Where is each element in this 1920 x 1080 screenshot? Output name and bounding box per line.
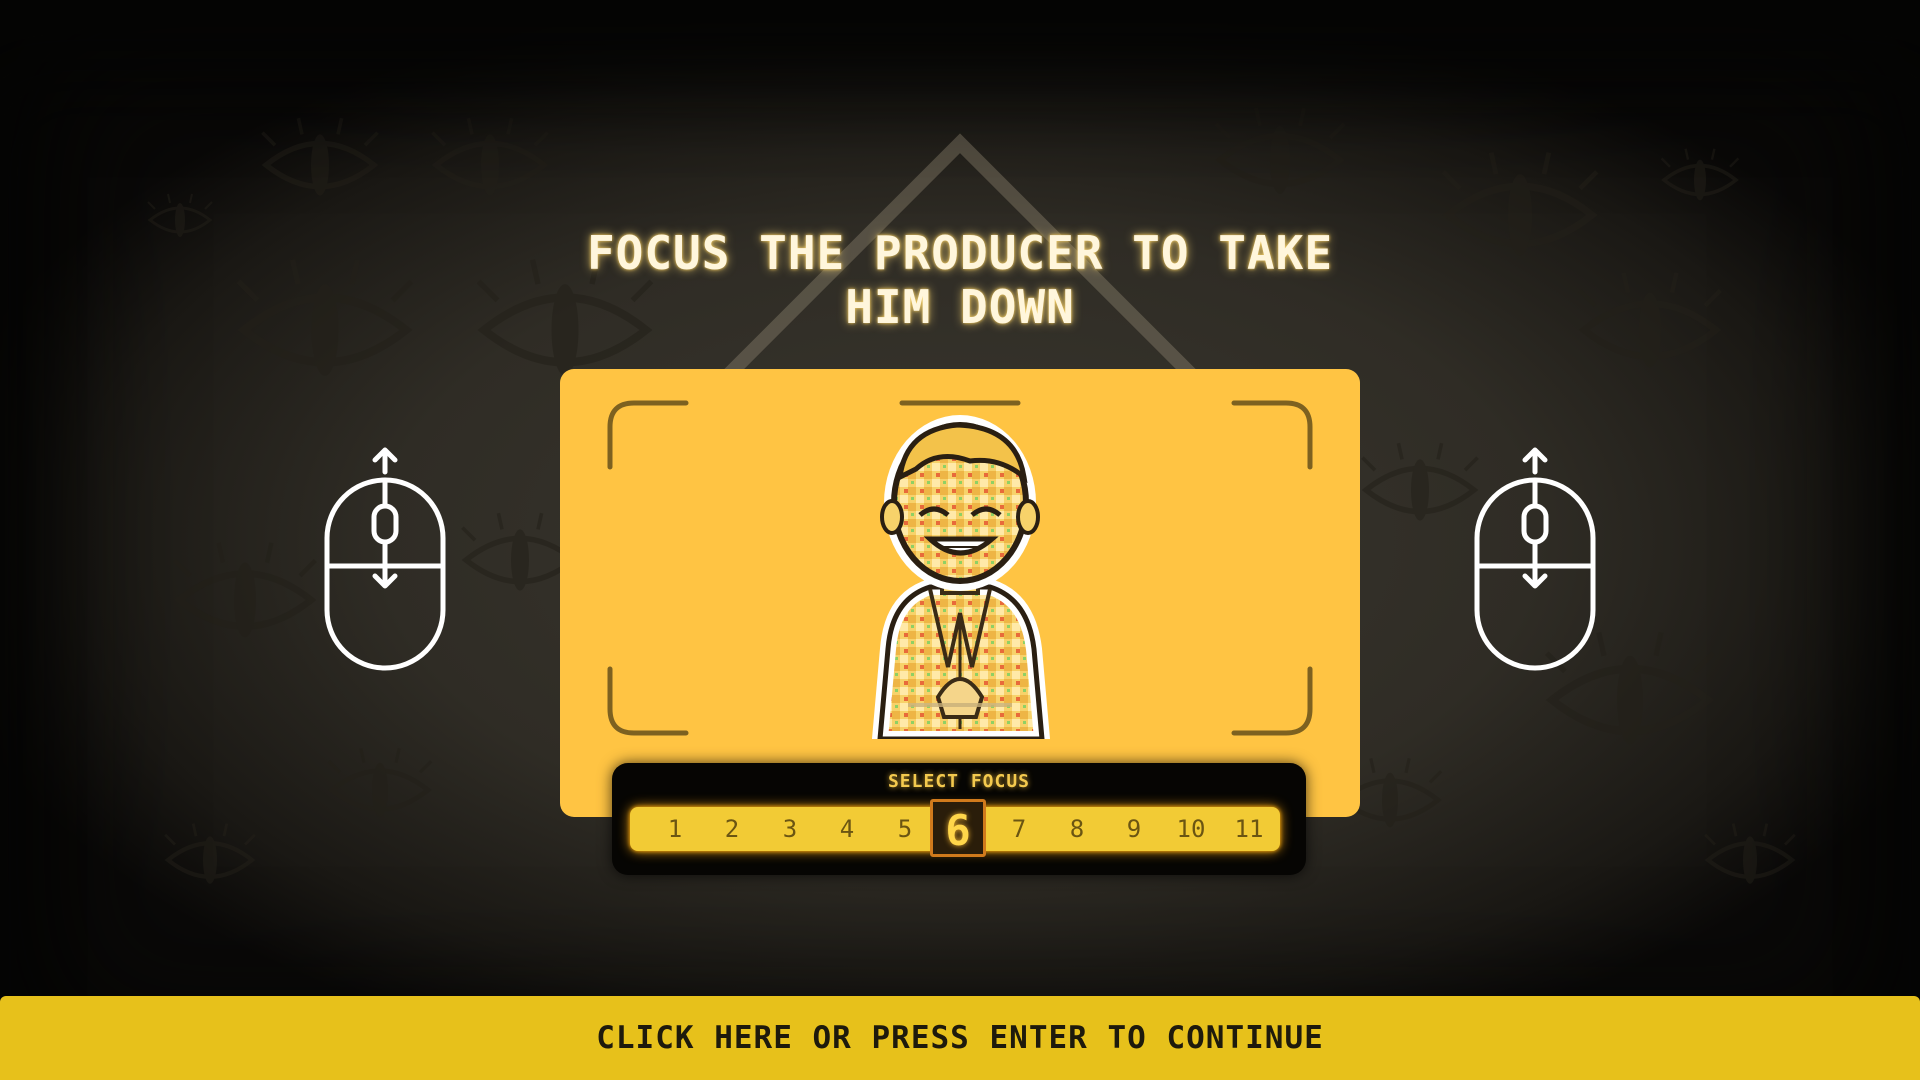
mouse-scroll-icon bbox=[324, 447, 446, 671]
mouse-scroll-icon bbox=[1474, 447, 1596, 671]
continue-button[interactable]: CLICK HERE OR PRESS ENTER TO CONTINUE bbox=[0, 996, 1920, 1080]
focus-selector: SELECT FOCUS 1 2 3 4 5 6 7 8 9 10 11 bbox=[612, 763, 1306, 875]
focus-option-9[interactable]: 9 bbox=[1109, 807, 1159, 851]
focus-option-3[interactable]: 3 bbox=[765, 807, 815, 851]
producer-character[interactable] bbox=[820, 399, 1100, 739]
focus-option-6-selected[interactable]: 6 bbox=[930, 799, 986, 857]
camera-viewfinder-panel bbox=[560, 369, 1360, 817]
focus-option-10[interactable]: 10 bbox=[1166, 807, 1216, 851]
focus-option-1[interactable]: 1 bbox=[650, 807, 700, 851]
focus-option-4[interactable]: 4 bbox=[822, 807, 872, 851]
focus-option-5[interactable]: 5 bbox=[880, 807, 930, 851]
select-focus-label: SELECT FOCUS bbox=[887, 771, 1031, 792]
focus-option-2[interactable]: 2 bbox=[707, 807, 757, 851]
focus-option-11[interactable]: 11 bbox=[1224, 807, 1274, 851]
focus-option-8[interactable]: 8 bbox=[1052, 807, 1102, 851]
focus-track: 1 2 3 4 5 6 7 8 9 10 11 bbox=[630, 799, 1280, 857]
focus-option-7[interactable]: 7 bbox=[994, 807, 1044, 851]
instruction-title: FOCUS THE PRODUCER TO TAKE HIM DOWN bbox=[586, 226, 1334, 334]
